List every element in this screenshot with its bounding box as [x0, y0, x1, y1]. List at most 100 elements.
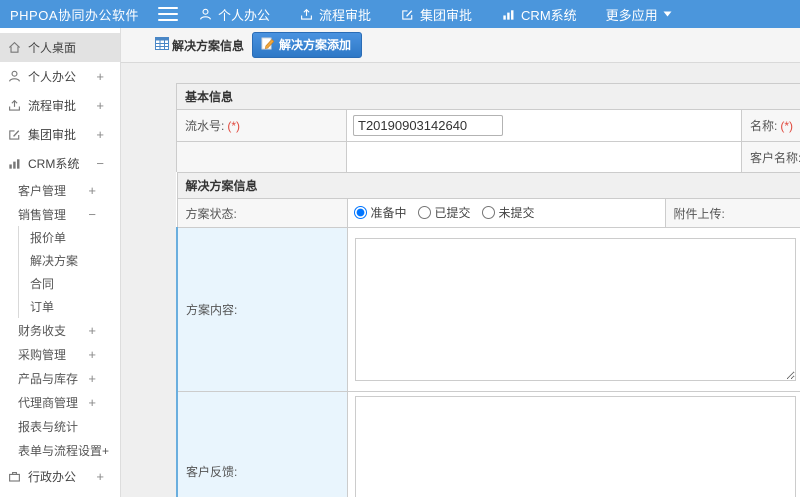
sidebar-item-customer-mgmt[interactable]: 客户管理 + [0, 178, 120, 202]
sidebar-item-label: CRM系统 [28, 157, 80, 171]
expand-toggle-icon[interactable]: + [96, 469, 104, 484]
content-textarea[interactable] [354, 238, 796, 381]
sidebar-item-purchase[interactable]: 采购管理 + [0, 342, 120, 366]
edit-icon [400, 7, 415, 22]
top-navigation: 个人办公 流程审批 集团审批 CRM系统 更多应用 [198, 5, 701, 24]
expand-toggle-icon[interactable]: + [88, 347, 96, 362]
app-shell: 个人桌面 个人办公 + 流程审批 + 集团审批 + CRM系统 − 客户管理 + 销售管理 − 报价单 解决… [0, 28, 800, 497]
sidebar-item-workflow-approval[interactable]: 流程审批 + [0, 91, 120, 120]
expand-toggle-icon[interactable]: − [88, 207, 96, 222]
sidebar-item-finance[interactable]: 财务收支 + [0, 318, 120, 342]
nav-workflow-approval[interactable]: 流程审批 [299, 5, 371, 24]
content-label-cell: 方案内容: [176, 227, 348, 392]
feedback-textarea[interactable] [354, 396, 796, 497]
section-title-basic: 基本信息 [175, 83, 800, 110]
workflow-icon [299, 7, 314, 22]
attachment-label-cell: 附件上传: [664, 198, 800, 228]
sidebar-item-personal-desktop[interactable]: 个人桌面 [0, 33, 120, 62]
status-radio-1[interactable]: 已提交 [417, 204, 471, 221]
sidebar-item-personal-office[interactable]: 个人办公 + [0, 62, 120, 91]
workflow-icon [7, 98, 23, 113]
main-area: 解决方案信息 解决方案添加 基本信息 流水号: (*) T20190903142… [121, 28, 800, 497]
expand-toggle-icon[interactable]: + [96, 69, 104, 84]
chart-icon [7, 156, 23, 171]
sidebar-item-label: 客户管理 [18, 183, 67, 198]
tab-solution-add-label: 解决方案添加 [279, 38, 352, 52]
status-radio-2[interactable]: 未提交 [481, 204, 535, 221]
home-icon [7, 40, 23, 55]
sidebar-item-label: 行政办公 [28, 470, 77, 484]
sidebar-item-contract[interactable]: 合同 [18, 272, 120, 295]
nav-item-label: 流程审批 [319, 7, 372, 23]
radio-button[interactable] [353, 206, 367, 219]
feedback-label-cell: 客户反馈: [176, 391, 348, 497]
required-mark: (*) [780, 119, 794, 133]
expand-toggle-icon[interactable]: − [96, 156, 104, 171]
basic-info-table: 基本信息 流水号:(*) 名称:(*) 客户名称: [175, 83, 800, 173]
sidebar: 个人桌面个人办公 + 流程审批 + 集团审批 + CRM系统 − 客户管理 + 销售管理 − 报价单解决… [0, 28, 121, 497]
chart-icon [501, 7, 516, 22]
status-radio-0[interactable]: 准备中 [353, 204, 407, 221]
sidebar-item-order[interactable]: 订单 [18, 295, 120, 318]
solution-add-form: 基本信息 流水号:(*) 名称:(*) 客户名称: [175, 83, 800, 497]
sidebar-item-label: 流程审批 [28, 99, 77, 113]
sidebar-item-label: 报价单 [30, 231, 67, 245]
name-label-cell: 名称: (*) [740, 109, 800, 142]
sidebar-item-quotation[interactable]: 报价单 [18, 226, 120, 249]
sidebar-item-crm[interactable]: CRM系统 − [0, 149, 120, 178]
sidebar-item-group-approval[interactable]: 集团审批 + [0, 120, 120, 149]
sidebar-item-agent-mgmt[interactable]: 代理商管理 + [0, 390, 120, 414]
expand-toggle-icon[interactable]: + [88, 323, 96, 338]
sidebar-item-label: 表单与流程设置+ [18, 443, 110, 458]
user-icon [198, 7, 213, 22]
sidebar-item-form-workflow-settings[interactable]: 表单与流程设置+ [0, 438, 120, 462]
serial-value-cell [346, 109, 742, 142]
app-brand: PHPOA协同办公软件 [10, 7, 140, 23]
customer-name-label-cell: 客户名称:(*) [740, 141, 800, 173]
sidebar-item-solution[interactable]: 解决方案 [18, 249, 120, 272]
serial-number-input[interactable] [353, 115, 503, 136]
caret-down-icon [663, 11, 672, 17]
sidebar-item-label: 合同 [30, 277, 55, 291]
edit-page-icon [261, 37, 275, 53]
sidebar-item-admin-office[interactable]: 行政办公 + [0, 462, 120, 491]
sidebar-item-label: 产品与库存 [18, 371, 79, 386]
sidebar-item-label: 个人桌面 [28, 41, 77, 55]
nav-crm[interactable]: CRM系统 [501, 5, 577, 24]
expand-toggle-icon[interactable]: + [88, 371, 96, 386]
tab-solution-info[interactable]: 解决方案信息 [155, 37, 244, 54]
sidebar-item-sales-mgmt[interactable]: 销售管理 − [0, 202, 120, 226]
tab-solution-add[interactable]: 解决方案添加 [252, 32, 363, 58]
menu-toggle-icon[interactable] [158, 7, 178, 21]
expand-toggle-icon[interactable]: + [96, 127, 104, 142]
empty-value-cell [346, 141, 742, 173]
sidebar-item-label: 解决方案 [30, 254, 79, 268]
sidebar-item-hr[interactable]: 人力资源+ [0, 491, 120, 497]
nav-personal-office[interactable]: 个人办公 [198, 5, 270, 24]
status-label-cell: 方案状态: [176, 198, 348, 228]
radio-label: 已提交 [434, 206, 471, 220]
expand-toggle-icon[interactable]: + [96, 98, 104, 113]
content-value-cell [346, 227, 800, 392]
radio-button[interactable] [481, 206, 495, 219]
expand-toggle-icon[interactable]: + [88, 395, 96, 410]
sidebar-item-label: 集团审批 [28, 128, 77, 142]
status-radio-group: 准备中 已提交 未提交 [346, 198, 666, 228]
sidebar-item-label: 销售管理 [18, 207, 67, 222]
radio-button[interactable] [417, 206, 431, 219]
sidebar-item-label: 财务收支 [18, 323, 67, 338]
nav-item-label: 个人办公 [218, 7, 271, 23]
table-icon [155, 37, 169, 53]
edit-icon [7, 127, 23, 142]
sidebar-item-reports[interactable]: 报表与统计 [0, 414, 120, 438]
nav-more-apps[interactable]: 更多应用 [606, 5, 672, 24]
tab-solution-info-label: 解决方案信息 [172, 38, 245, 53]
sidebar-item-label: 报表与统计 [18, 419, 79, 434]
briefcase-icon [7, 469, 23, 484]
expand-toggle-icon[interactable]: + [88, 183, 96, 198]
solution-info-table: 解决方案信息 方案状态: 准备中 已提交 未提交 附件上传: 方案内容: 客户反馈: [176, 172, 800, 497]
sidebar-item-product-inventory[interactable]: 产品与库存 + [0, 366, 120, 390]
topbar: PHPOA协同办公软件 个人办公 流程审批 集团审批 CRM系统 更多应用 [0, 0, 800, 28]
nav-group-approval[interactable]: 集团审批 [400, 5, 472, 24]
feedback-value-cell [346, 391, 800, 497]
